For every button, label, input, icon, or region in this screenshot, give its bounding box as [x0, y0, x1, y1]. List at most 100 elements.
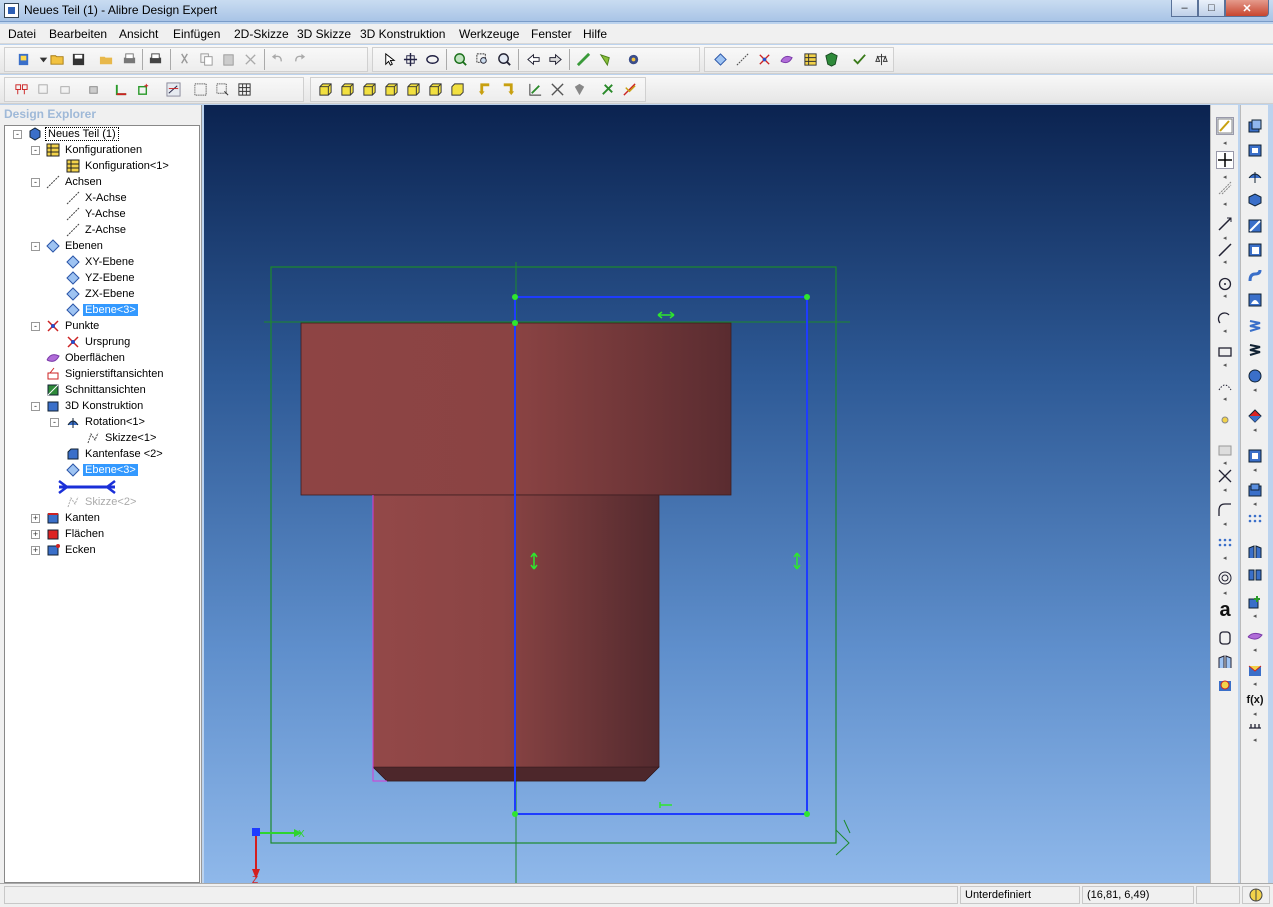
view-right-icon[interactable] [428, 82, 443, 97]
tree-node-y-axis[interactable]: Y-Achse [65, 206, 128, 222]
sketch-mode-icon[interactable] [1216, 117, 1234, 135]
rotate-view-icon[interactable] [425, 52, 440, 67]
sweep-icon[interactable] [1246, 217, 1264, 235]
shield-icon[interactable] [824, 52, 839, 67]
revolve-cut-icon[interactable] [1246, 191, 1264, 209]
tree-node-configurations[interactable]: Konfigurationen [45, 142, 144, 158]
print-icon[interactable] [148, 52, 163, 67]
hole-icon[interactable] [1246, 481, 1264, 499]
dropdown-arrow-icon[interactable] [36, 52, 51, 67]
snap-grid-icon[interactable] [215, 82, 230, 97]
tree-node-chamfer-2[interactable]: Kantenfase <2> [65, 446, 165, 462]
rollback-marker[interactable] [57, 480, 117, 494]
mirror-disabled-icon[interactable] [58, 82, 73, 97]
fillet-icon[interactable] [1216, 501, 1234, 519]
copy-icon[interactable] [199, 52, 214, 67]
expand-toggle[interactable]: + [31, 546, 40, 555]
delete-icon[interactable] [243, 52, 258, 67]
tree-node-markups[interactable]: Signierstiftansichten [45, 366, 165, 382]
balance-icon[interactable] [874, 52, 889, 67]
grid-icon[interactable] [237, 82, 252, 97]
extrude-cut-icon[interactable] [1246, 141, 1264, 159]
constraint-icon[interactable] [1246, 717, 1264, 735]
close-button[interactable]: ✕ [1225, 0, 1269, 17]
open-project-icon[interactable] [99, 52, 114, 67]
table-icon[interactable] [803, 52, 818, 67]
axis-tool-icon[interactable] [735, 52, 750, 67]
split-icon[interactable] [1246, 627, 1264, 645]
view-bottom-icon[interactable] [384, 82, 399, 97]
section-view-icon[interactable] [528, 82, 543, 97]
collapse-toggle[interactable]: - [31, 322, 40, 331]
sketch-table-icon[interactable] [1216, 441, 1234, 459]
open-folder-icon[interactable] [50, 52, 65, 67]
cut-icon[interactable] [177, 52, 192, 67]
collapse-toggle[interactable]: - [31, 146, 40, 155]
view-front-icon[interactable] [318, 82, 333, 97]
point-tool-icon[interactable] [757, 52, 772, 67]
component-icon[interactable] [86, 82, 101, 97]
menu-werkzeuge[interactable]: Werkzeuge [459, 27, 519, 41]
helix-icon[interactable] [1246, 317, 1264, 335]
construction-line-icon[interactable] [1216, 179, 1234, 197]
expand-toggle[interactable]: + [31, 514, 40, 523]
tree-node-vertices[interactable]: Ecken [45, 542, 98, 558]
pattern-icon[interactable] [14, 82, 29, 97]
tree-node-z-axis[interactable]: Z-Achse [65, 222, 128, 238]
boolean-icon[interactable] [1246, 593, 1264, 611]
menu-bearbeiten[interactable]: Bearbeiten [49, 27, 107, 41]
collapse-toggle[interactable]: - [31, 178, 40, 187]
text-tool-icon[interactable]: a [1216, 599, 1234, 621]
tree-node-surfaces[interactable]: Oberflächen [45, 350, 127, 366]
offset-icon[interactable] [1216, 569, 1234, 587]
view-iso-icon[interactable] [450, 82, 465, 97]
design-tree[interactable]: - - - - - - - + + + Neues Teil (1) Konfi… [4, 125, 200, 883]
pattern-feature-icon[interactable] [1246, 511, 1264, 529]
menu-datei[interactable]: Datei [8, 27, 36, 41]
loft-icon[interactable] [1246, 267, 1264, 285]
tree-node-sketch-2[interactable]: Skizze<2> [65, 494, 138, 510]
axes-icon[interactable] [136, 82, 151, 97]
cross-section-icon[interactable] [550, 82, 565, 97]
tree-node-planes[interactable]: Ebenen [45, 238, 105, 254]
view-left-icon[interactable] [406, 82, 421, 97]
tree-node-configuration-1[interactable]: Konfiguration<1> [65, 158, 171, 174]
tree-node-yz-plane[interactable]: YZ-Ebene [65, 270, 137, 286]
tree-node-sketch-1[interactable]: Skizze<1> [85, 430, 158, 446]
circle-icon[interactable] [1216, 275, 1234, 293]
fillet-feature-icon[interactable] [1246, 407, 1264, 425]
tree-node-origin[interactable]: Ursprung [65, 334, 132, 350]
extrude-icon[interactable] [1246, 117, 1264, 135]
select-arrow-icon[interactable] [382, 52, 397, 67]
sketch-point-icon[interactable] [1216, 411, 1234, 429]
previous-view-icon[interactable] [526, 52, 541, 67]
line-icon[interactable] [1216, 241, 1234, 259]
tree-node-points[interactable]: Punkte [45, 318, 101, 334]
menu-ansicht[interactable]: Ansicht [119, 27, 158, 41]
project-icon[interactable] [1216, 629, 1234, 647]
tree-node-plane-3-feature[interactable]: Ebene<3> [65, 462, 138, 478]
plane-tool-icon[interactable] [713, 52, 728, 67]
sketch-toggle-icon[interactable] [166, 82, 181, 97]
tree-node-edges[interactable]: Kanten [45, 510, 102, 526]
tree-node-revolve-1[interactable]: Rotation<1> [65, 414, 147, 430]
mirror-sketch-icon[interactable] [1216, 653, 1234, 671]
trim-icon[interactable] [1216, 467, 1234, 485]
chamfer-feature-icon[interactable] [1246, 447, 1264, 465]
analysis-icon[interactable] [600, 82, 615, 97]
grid-dots-icon[interactable] [193, 82, 208, 97]
zoom-window-icon[interactable] [475, 52, 490, 67]
orientation-icon[interactable] [114, 82, 129, 97]
view-top-icon[interactable] [362, 82, 377, 97]
render-icon[interactable] [598, 52, 613, 67]
redo-icon[interactable] [292, 52, 307, 67]
undo-icon[interactable] [270, 52, 285, 67]
zoom-in-icon[interactable] [453, 52, 468, 67]
menu-2d-skizze[interactable]: 2D-Skizze [234, 27, 289, 41]
collapse-toggle[interactable]: - [50, 418, 59, 427]
shell-icon[interactable] [1246, 367, 1264, 385]
rotate-right-icon[interactable] [500, 82, 515, 97]
tree-node-part[interactable]: Neues Teil (1) [27, 126, 119, 142]
measure-icon[interactable] [576, 52, 591, 67]
minimize-button[interactable]: – [1171, 0, 1198, 17]
